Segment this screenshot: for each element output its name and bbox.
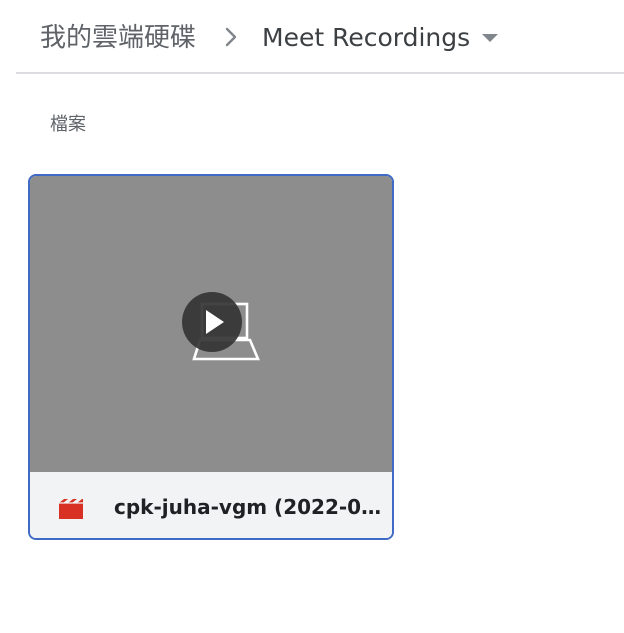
- video-file-icon: [59, 499, 83, 519]
- file-footer[interactable]: cpk-juha-vgm (2022-09-30 1…: [30, 472, 392, 538]
- chevron-right-icon: [225, 27, 237, 47]
- breadcrumb-my-drive[interactable]: 我的雲端硬碟: [40, 21, 196, 55]
- drive-page: 我的雲端硬碟 Meet Recordings 檔案 cpk-juha-vgm (…: [0, 0, 624, 633]
- breadcrumb: 我的雲端硬碟 Meet Recordings: [0, 0, 624, 74]
- files-section-label: 檔案: [50, 114, 86, 135]
- play-icon: [206, 310, 224, 334]
- file-thumbnail[interactable]: [30, 176, 392, 472]
- file-name[interactable]: cpk-juha-vgm (2022-09-30 1…: [114, 493, 382, 521]
- breadcrumb-current-folder[interactable]: Meet Recordings: [262, 21, 470, 55]
- play-button[interactable]: [182, 292, 242, 352]
- arrow-drop-down-icon[interactable]: [478, 30, 502, 46]
- header-divider: [16, 72, 624, 74]
- file-card[interactable]: cpk-juha-vgm (2022-09-30 1…: [28, 174, 394, 540]
